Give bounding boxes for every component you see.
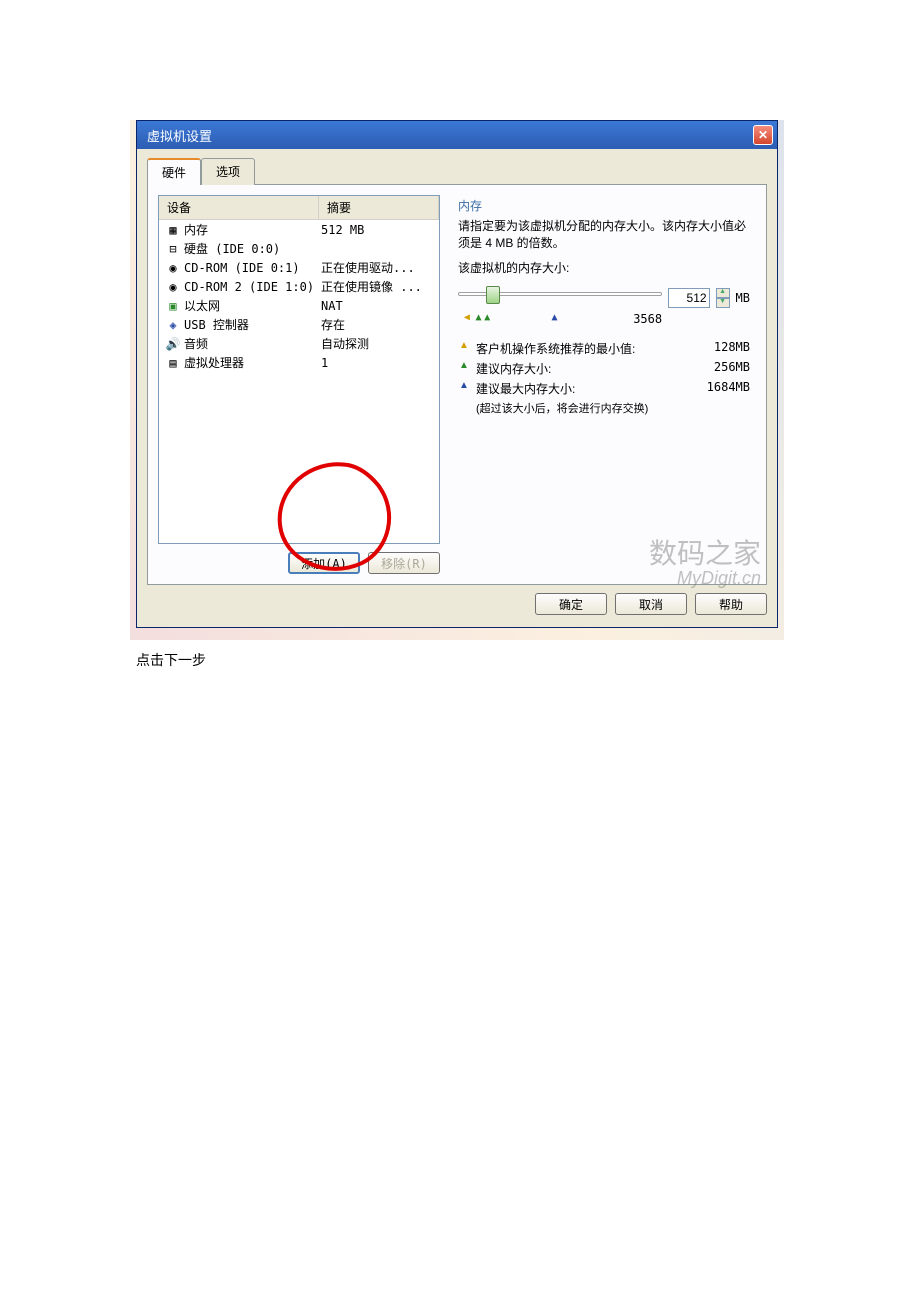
memory-desc: 请指定要为该虚拟机分配的内存大小。该内存大小值必须是 4 MB 的倍数。 — [458, 218, 750, 252]
memory-title: 内存 — [458, 197, 750, 214]
cancel-button[interactable]: 取消 — [615, 593, 687, 615]
cdrom-icon: ◉ — [165, 280, 181, 294]
vm-settings-dialog: 虚拟机设置 ✕ 硬件 选项 设备 摘要 ▦内存 512 MB — [136, 120, 778, 628]
slider-thumb-icon[interactable] — [486, 286, 500, 304]
list-item[interactable]: ▣以太网 NAT — [159, 296, 439, 315]
cpu-icon: ▤ — [165, 356, 181, 370]
marker-max-icon: ▲ — [551, 312, 557, 323]
triangle-blue-icon: ▲ — [458, 380, 470, 391]
tab-strip: 硬件 选项 — [147, 157, 767, 185]
remove-button: 移除(R) — [368, 552, 440, 574]
list-item[interactable]: ◉CD-ROM 2 (IDE 1:0) 正在使用镜像 ... — [159, 277, 439, 296]
slider-max-label: 3568 — [633, 312, 662, 326]
list-item[interactable]: ▤虚拟处理器 1 — [159, 353, 439, 372]
add-button[interactable]: 添加(A) — [288, 552, 360, 574]
marker-rec-icon: ▲ — [476, 312, 482, 323]
titlebar[interactable]: 虚拟机设置 ✕ — [137, 121, 777, 149]
list-item[interactable]: 🔊音频 自动探测 — [159, 334, 439, 353]
memory-input[interactable] — [668, 288, 710, 308]
disk-icon: ⊟ — [165, 242, 181, 256]
usb-icon: ◈ — [165, 318, 181, 332]
device-list[interactable]: 设备 摘要 ▦内存 512 MB ⊟硬盘 (IDE 0:0) ◉CD-ROM (… — [158, 195, 440, 544]
cdrom-icon: ◉ — [165, 261, 181, 275]
list-item[interactable]: ◉CD-ROM (IDE 0:1) 正在使用驱动... — [159, 258, 439, 277]
rec-value: 256MB — [694, 360, 750, 374]
dialog-title: 虚拟机设置 — [147, 126, 753, 145]
network-icon: ▣ — [165, 299, 181, 313]
list-header: 设备 摘要 — [159, 196, 439, 220]
unit-label: MB — [736, 291, 750, 305]
triangle-green-icon: ▲ — [458, 360, 470, 371]
header-device[interactable]: 设备 — [159, 196, 319, 219]
memory-icon: ▦ — [165, 223, 181, 237]
list-item[interactable]: ⊟硬盘 (IDE 0:0) — [159, 239, 439, 258]
close-button[interactable]: ✕ — [753, 125, 773, 145]
audio-icon: 🔊 — [165, 337, 181, 351]
min-value: 128MB — [694, 340, 750, 354]
instruction-text: 点击下一步 — [136, 650, 206, 670]
header-summary[interactable]: 摘要 — [319, 196, 439, 219]
memory-size-label: 该虚拟机的内存大小: — [458, 260, 750, 277]
ok-button[interactable]: 确定 — [535, 593, 607, 615]
close-icon: ✕ — [758, 128, 768, 142]
marker-rec2-icon: ▲ — [484, 312, 490, 323]
tab-options[interactable]: 选项 — [201, 158, 255, 185]
triangle-yellow-icon: ▲ — [458, 340, 470, 351]
spin-up-button[interactable]: ▲ — [716, 288, 730, 298]
spin-down-button[interactable]: ▼ — [716, 298, 730, 308]
memory-settings-panel: 内存 请指定要为该虚拟机分配的内存大小。该内存大小值必须是 4 MB 的倍数。 … — [452, 195, 756, 574]
max-value: 1684MB — [694, 380, 750, 394]
list-item[interactable]: ◈USB 控制器 存在 — [159, 315, 439, 334]
marker-min-icon: ◀ — [464, 312, 470, 323]
memory-slider[interactable] — [458, 284, 662, 312]
tab-hardware[interactable]: 硬件 — [147, 158, 201, 185]
list-item[interactable]: ▦内存 512 MB — [159, 220, 439, 239]
legend-note: (超过该大小后，将会进行内存交换) — [476, 400, 750, 416]
help-button[interactable]: 帮助 — [695, 593, 767, 615]
